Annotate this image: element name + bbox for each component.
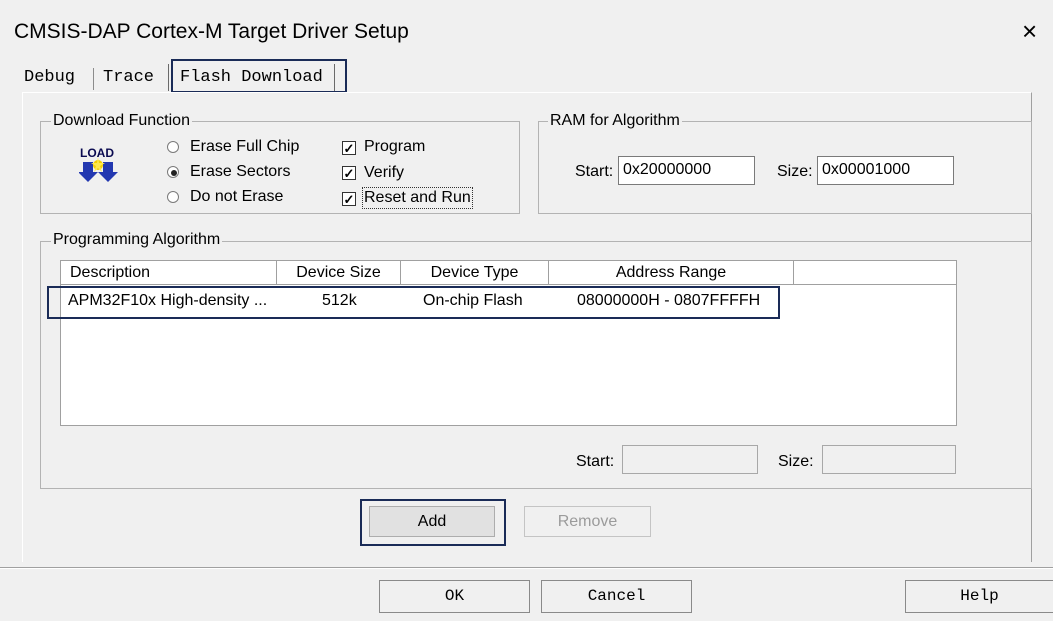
load-icon-text: LOAD [80, 146, 114, 160]
cancel-button[interactable]: Cancel [541, 580, 692, 613]
tab-divider [168, 64, 169, 91]
erase-full-chip-radio[interactable] [167, 141, 179, 153]
do-not-erase-radio[interactable] [167, 191, 179, 203]
column-header-device-size[interactable]: Device Size [277, 261, 401, 285]
bottom-separator [0, 567, 1053, 569]
verify-label[interactable]: Verify [364, 163, 404, 183]
close-icon[interactable]: × [1022, 18, 1037, 44]
algorithm-list[interactable]: Description Device Size Device Type Addr… [60, 260, 957, 426]
program-label[interactable]: Program [364, 137, 425, 157]
reset-and-run-label[interactable]: Reset and Run [362, 187, 473, 209]
help-button[interactable]: Help [905, 580, 1053, 613]
erase-sectors-radio[interactable] [167, 166, 179, 178]
ram-start-label: Start: [575, 163, 614, 180]
flash-download-tab-highlight [171, 59, 347, 93]
load-icon: LOAD [78, 142, 125, 188]
ram-size-input[interactable]: 0x00001000 [817, 156, 954, 185]
erase-full-chip-label[interactable]: Erase Full Chip [190, 137, 299, 157]
ram-start-input[interactable]: 0x20000000 [618, 156, 755, 185]
add-button-highlight [360, 499, 506, 546]
column-header-description[interactable]: Description [61, 261, 277, 285]
column-header-address-range[interactable]: Address Range [549, 261, 794, 285]
programming-algorithm-label: Programming Algorithm [51, 231, 223, 249]
ram-size-label: Size: [777, 163, 813, 180]
selected-row-highlight [47, 286, 780, 319]
algorithm-start-label: Start: [576, 453, 615, 470]
erase-sectors-label[interactable]: Erase Sectors [190, 162, 290, 182]
column-header-device-type[interactable]: Device Type [401, 261, 549, 285]
ok-button[interactable]: OK [379, 580, 530, 613]
reset-and-run-checkbox[interactable]: ✓ [342, 192, 356, 206]
remove-button[interactable]: Remove [524, 506, 651, 537]
algorithm-size-label: Size: [778, 453, 814, 470]
algorithm-start-input[interactable] [622, 445, 758, 474]
algorithm-size-input[interactable] [822, 445, 956, 474]
tab-divider [93, 68, 94, 90]
ram-for-algorithm-label: RAM for Algorithm [548, 112, 682, 130]
tab-trace[interactable]: Trace [103, 64, 154, 92]
download-function-label: Download Function [51, 112, 192, 130]
do-not-erase-label[interactable]: Do not Erase [190, 187, 283, 207]
window-title: CMSIS-DAP Cortex-M Target Driver Setup [14, 20, 409, 43]
tab-debug[interactable]: Debug [24, 64, 75, 92]
verify-checkbox[interactable]: ✓ [342, 166, 356, 180]
program-checkbox[interactable]: ✓ [342, 141, 356, 155]
